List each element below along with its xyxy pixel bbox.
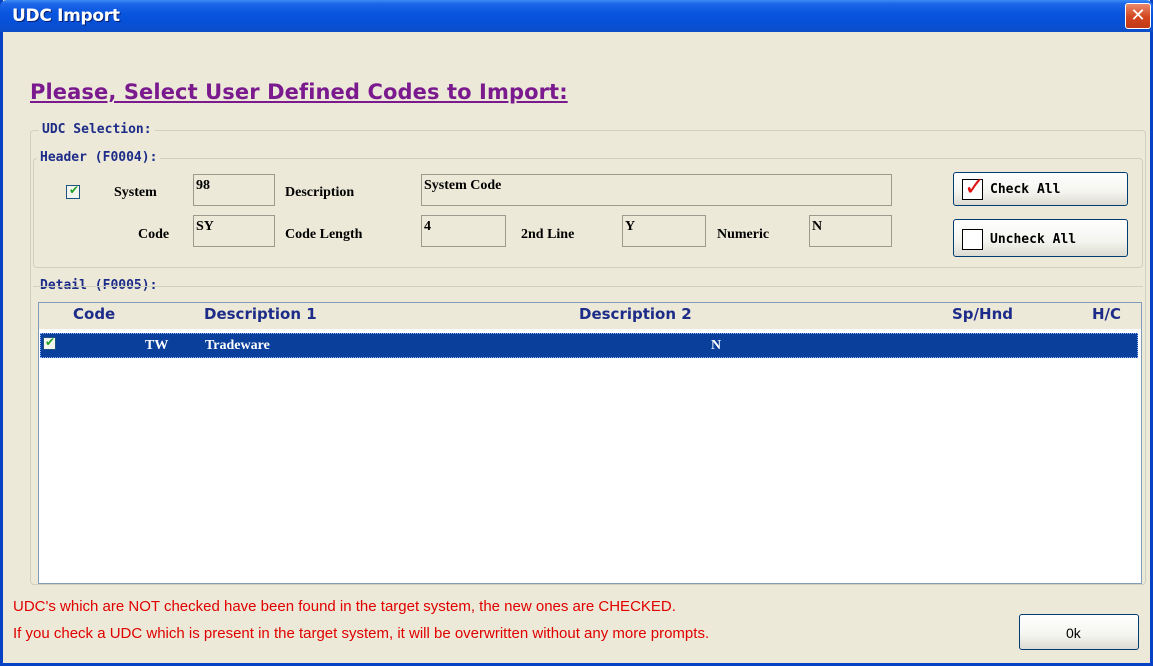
numeric-field: N <box>809 215 892 247</box>
column-header-description-1[interactable]: Description 1 <box>204 305 317 323</box>
udc-import-dialog: UDC Import ✕ Please, Select User Defined… <box>0 0 1153 666</box>
description-label: Description <box>285 185 355 200</box>
system-field: 98 <box>193 174 275 206</box>
detail-group-line <box>33 286 1143 287</box>
checkbox-checked-icon: ✓ <box>962 172 985 201</box>
ok-button[interactable]: 0k <box>1019 614 1139 650</box>
code-length-field: 4 <box>421 215 506 247</box>
row-code: TW <box>145 338 169 353</box>
header-checkbox[interactable]: ✔ <box>66 183 80 199</box>
code-field: SY <box>193 215 275 247</box>
uncheck-all-button[interactable]: Uncheck All <box>953 219 1128 257</box>
second-line-label: 2nd Line <box>521 227 575 242</box>
table-row[interactable]: ✔ TW Tradeware N <box>40 333 1138 358</box>
row-checkbox[interactable]: ✔ <box>43 335 56 350</box>
udc-selection-legend: UDC Selection: <box>39 122 155 137</box>
row-description-2: N <box>711 338 722 353</box>
window-title: UDC Import <box>12 6 120 26</box>
uncheck-all-label: Uncheck All <box>990 232 1077 247</box>
header-legend: Header (F0004): <box>37 150 161 165</box>
check-all-label: Check All <box>990 182 1061 197</box>
close-icon: ✕ <box>1130 5 1146 26</box>
check-icon: ✔ <box>45 335 56 349</box>
title-bar[interactable]: UDC Import ✕ <box>0 0 1153 32</box>
check-icon: ✔ <box>69 183 80 197</box>
detail-list-header: Code Description 1 Description 2 Sp/Hnd … <box>39 303 1141 329</box>
column-header-hc[interactable]: H/C <box>1092 305 1121 323</box>
numeric-label: Numeric <box>717 227 770 242</box>
column-header-code[interactable]: Code <box>73 305 115 323</box>
row-description-1: Tradeware <box>205 338 270 353</box>
description-field: System Code <box>421 174 892 206</box>
detail-list[interactable]: Code Description 1 Description 2 Sp/Hnd … <box>38 302 1142 584</box>
warning-message-1: UDC's which are NOT checked have been fo… <box>13 598 676 615</box>
system-label: System <box>114 185 157 200</box>
column-header-description-2[interactable]: Description 2 <box>579 305 692 323</box>
close-button[interactable]: ✕ <box>1125 3 1151 29</box>
checkbox-empty-icon <box>962 229 983 250</box>
code-label: Code <box>138 227 170 242</box>
second-line-field: Y <box>622 215 706 247</box>
column-header-sp-hnd[interactable]: Sp/Hnd <box>952 305 1013 323</box>
code-length-label: Code Length <box>285 227 363 242</box>
ok-label: 0k <box>1066 625 1081 641</box>
page-heading: Please, Select User Defined Codes to Imp… <box>30 80 568 104</box>
warning-message-2: If you check a UDC which is present in t… <box>13 625 710 642</box>
check-all-button[interactable]: ✓ Check All <box>953 172 1128 206</box>
